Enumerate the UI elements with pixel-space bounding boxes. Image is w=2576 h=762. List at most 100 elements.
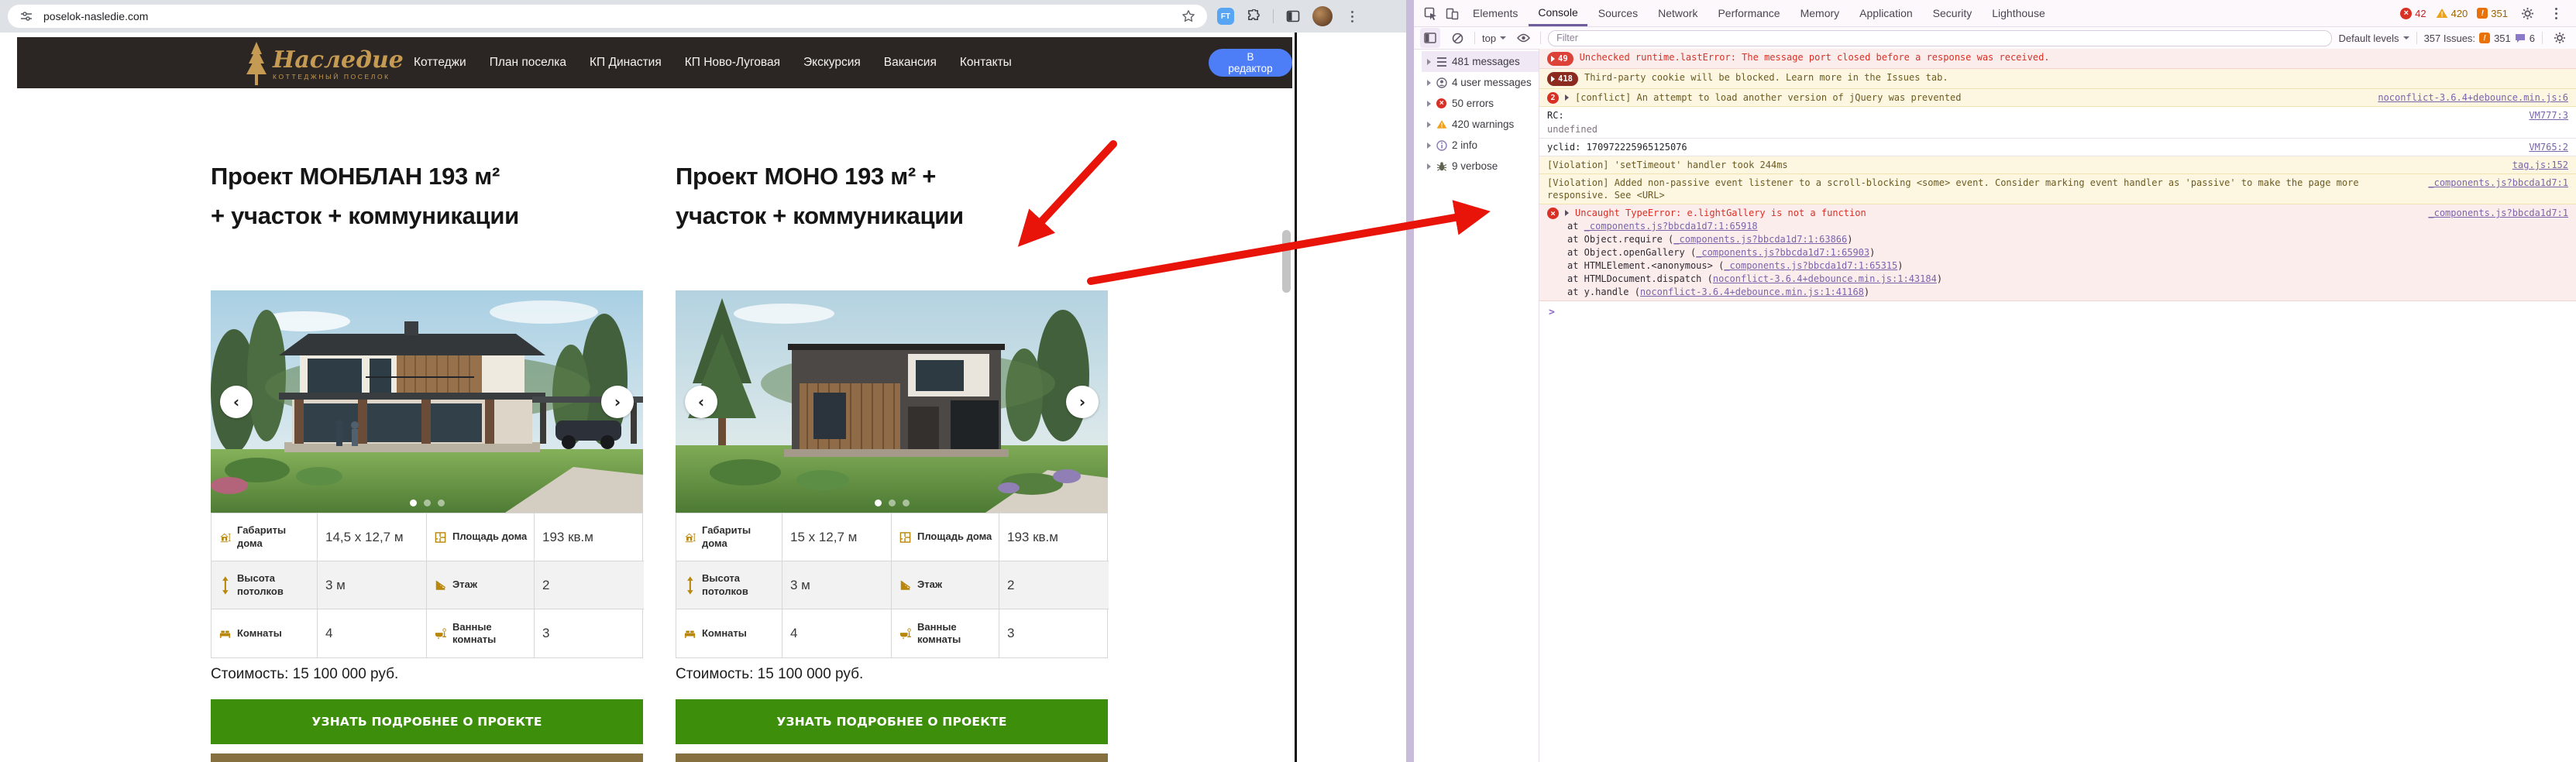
mortgage-button[interactable]: ХОЧУ В ИПОТЕКУ ОТ 65 250 ₽/мес. <box>676 753 1108 762</box>
nav-link-novo-lugovaya[interactable]: КП Ново-Луговая <box>685 56 780 70</box>
carousel-dots[interactable] <box>676 499 1108 506</box>
mortgage-button[interactable]: ХОЧУ В ИПОТЕКУ ОТ 68 821 ₽/мес. <box>211 753 643 762</box>
source-link[interactable]: _components.js?bbcda1d7:1:65903 <box>1696 247 1869 258</box>
carousel-dot[interactable] <box>424 499 431 506</box>
editor-button[interactable]: В редактор <box>1209 49 1292 77</box>
repeat-count-badge[interactable]: 418 <box>1547 72 1578 86</box>
tab-lighthouse[interactable]: Lighthouse <box>1983 1 2055 26</box>
source-link[interactable]: VM777:3 <box>2529 109 2568 122</box>
side-panel-icon[interactable] <box>1284 7 1302 26</box>
expand-triangle-icon[interactable] <box>1565 94 1569 101</box>
devtools-menu-icon[interactable] <box>2547 8 2565 19</box>
expand-triangle-icon[interactable] <box>1565 210 1569 216</box>
source-link[interactable]: _components.js?bbcda1d7:1:65315 <box>1724 260 1897 271</box>
sidebar-item-verbose[interactable]: 9 verbose <box>1422 156 1539 177</box>
sidebar-item-info[interactable]: 2 info <box>1422 135 1539 156</box>
console-message-uncaught-typeerror[interactable]: Uncaught TypeError: e.lightGallery is no… <box>1539 204 2576 301</box>
sidebar-item-warnings[interactable]: !420 warnings <box>1422 114 1539 135</box>
console-sidebar-toggle-icon[interactable] <box>1420 28 1440 48</box>
source-link[interactable]: _components.js?bbcda1d7:1 <box>2428 177 2568 189</box>
carousel-dot[interactable] <box>438 499 445 506</box>
console-prompt[interactable]: > <box>1539 301 2576 324</box>
inspect-element-icon[interactable] <box>1420 3 1440 23</box>
console-message-runtime-lasterror[interactable]: 49 Unchecked runtime.lastError: The mess… <box>1539 49 2576 69</box>
svg-text:!: ! <box>2440 11 2443 19</box>
issues-count-badge[interactable]: 351 <box>2477 8 2508 19</box>
carousel-dot-active[interactable] <box>410 499 417 506</box>
nav-link-vacancy[interactable]: Вакансия <box>884 56 937 70</box>
live-expression-eye-icon[interactable] <box>1513 28 1533 48</box>
spec-value-cell: 3 м <box>782 561 892 609</box>
tab-network[interactable]: Network <box>1649 1 1707 26</box>
profile-avatar[interactable] <box>1312 6 1333 26</box>
carousel-dot[interactable] <box>889 499 896 506</box>
tab-elements[interactable]: Elements <box>1463 1 1527 26</box>
source-link[interactable]: noconflict-3.6.4+debounce.min.js:1:43184 <box>1713 273 1937 284</box>
console-message-jquery-conflict[interactable]: 2 [conflict] An attempt to load another … <box>1539 89 2576 107</box>
tab-performance[interactable]: Performance <box>1708 1 1789 26</box>
nav-link-dynasty[interactable]: КП Династия <box>590 56 662 70</box>
page-viewport: Наследие КОТТЕДЖНЫЙ ПОСЕЛОК Коттеджи Пла… <box>0 33 1297 762</box>
carousel-next-button[interactable]: › <box>601 386 634 418</box>
console-message-settimeout-violation[interactable]: [Violation] 'setTimeout' handler took 24… <box>1539 156 2576 174</box>
carousel-next-button[interactable]: › <box>1066 386 1099 418</box>
device-toolbar-icon[interactable] <box>1442 3 1462 23</box>
tab-application[interactable]: Application <box>1850 1 1922 26</box>
nav-link-excursion[interactable]: Экскурсия <box>803 56 861 70</box>
source-link[interactable]: VM765:2 <box>2529 141 2568 153</box>
nav-link-cottages[interactable]: Коттеджи <box>414 56 466 70</box>
sidebar-item-all-messages[interactable]: 481 messages <box>1422 51 1539 72</box>
repeat-count-badge[interactable]: 49 <box>1547 52 1573 66</box>
sidebar-item-errors[interactable]: 50 errors <box>1422 93 1539 114</box>
chevron-down-icon <box>1500 36 1506 39</box>
user-icon <box>1436 77 1447 88</box>
source-link[interactable]: noconflict-3.6.4+debounce.min.js:6 <box>2378 91 2568 104</box>
carousel-dots[interactable] <box>211 499 643 506</box>
address-bar[interactable]: poselok-nasledie.com <box>8 5 1207 28</box>
tab-sources[interactable]: Sources <box>1589 1 1647 26</box>
console-message-yclid[interactable]: yclid: 170972225965125076 VM765:2 <box>1539 139 2576 156</box>
nav-link-contacts[interactable]: Контакты <box>960 56 1012 70</box>
site-logo[interactable]: Наследие КОТТЕДЖНЫЙ ПОСЕЛОК <box>243 42 404 87</box>
console-filter-input[interactable] <box>1548 30 2331 46</box>
carousel-dot-active[interactable] <box>875 499 882 506</box>
source-link[interactable]: noconflict-3.6.4+debounce.min.js:1:41168 <box>1640 287 1864 297</box>
browser-menu-icon[interactable] <box>1343 11 1361 22</box>
extensions-puzzle-icon[interactable] <box>1244 7 1263 26</box>
error-count-badge[interactable]: 42 <box>2400 8 2426 19</box>
issues-summary[interactable]: 357 Issues: 351 6 <box>2424 33 2535 44</box>
site-controls-icon[interactable] <box>17 7 36 26</box>
source-link[interactable]: tag.js:152 <box>2512 159 2568 171</box>
carousel-dot[interactable] <box>903 499 910 506</box>
console-settings-gear-icon[interactable] <box>2550 28 2570 48</box>
source-link[interactable]: _components.js?bbcda1d7:1:65918 <box>1584 221 1758 232</box>
carousel-prev-button[interactable]: ‹ <box>220 386 253 418</box>
warning-count-badge[interactable]: ! 420 <box>2436 8 2468 19</box>
details-button[interactable]: УЗНАТЬ ПОДРОБНЕЕ О ПРОЕКТЕ <box>211 699 643 744</box>
tab-console[interactable]: Console <box>1529 1 1587 26</box>
spec-label-cell: Площадь дома <box>427 513 535 561</box>
source-link[interactable]: _components.js?bbcda1d7:1 <box>2428 207 2568 219</box>
site-header: Наследие КОТТЕДЖНЫЙ ПОСЕЛОК Коттеджи Пла… <box>17 37 1292 88</box>
console-message-passive-listener-violation[interactable]: [Violation] Added non-passive event list… <box>1539 174 2576 204</box>
devtools-settings-gear-icon[interactable] <box>2517 3 2537 23</box>
sidebar-item-user-messages[interactable]: 4 user messages <box>1422 72 1539 93</box>
tab-security[interactable]: Security <box>1924 1 1982 26</box>
devtools-window: Elements Console Sources Network Perform… <box>1406 0 2576 762</box>
page-scrollbar-thumb[interactable] <box>1282 230 1291 293</box>
carousel-prev-button[interactable]: ‹ <box>685 386 717 418</box>
extension-icon[interactable]: FT <box>1217 8 1234 25</box>
details-button[interactable]: УЗНАТЬ ПОДРОБНЕЕ О ПРОЕКТЕ <box>676 699 1108 744</box>
site-nav: Коттеджи План поселка КП Династия КП Нов… <box>414 37 1012 88</box>
console-message-third-party-cookie[interactable]: 418 Third-party cookie will be blocked. … <box>1539 69 2576 89</box>
execution-context-selector[interactable]: top <box>1482 33 1506 44</box>
nav-link-plan[interactable]: План поселка <box>490 56 566 70</box>
tab-memory[interactable]: Memory <box>1791 1 1849 26</box>
source-link[interactable]: _components.js?bbcda1d7:1:63866 <box>1673 234 1847 245</box>
log-levels-selector[interactable]: Default levels <box>2339 33 2409 44</box>
warning-triangle-icon: ! <box>2436 8 2448 19</box>
console-message-rc[interactable]: RC:undefined VM777:3 <box>1539 107 2576 139</box>
bookmark-star-icon[interactable] <box>1179 7 1198 26</box>
clear-console-icon[interactable] <box>1447 28 1467 48</box>
floorplan-icon <box>435 525 446 550</box>
